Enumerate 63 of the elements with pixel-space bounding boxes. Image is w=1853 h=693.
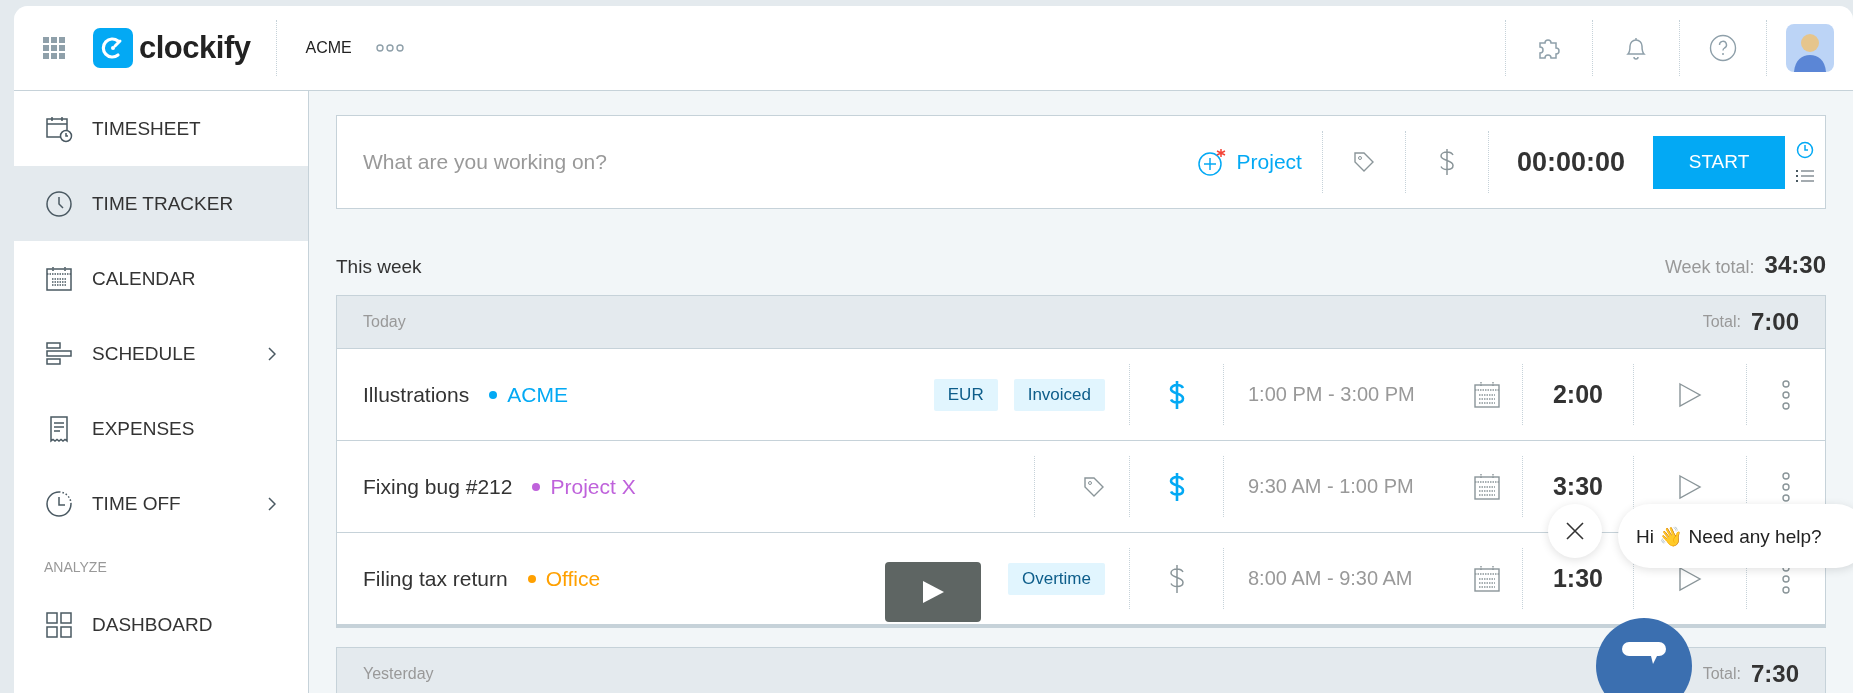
more-vertical-icon[interactable] (1781, 379, 1791, 410)
play-icon[interactable] (1678, 381, 1702, 408)
video-play-button[interactable] (885, 562, 981, 622)
entry-duration: 2:00 (1551, 380, 1604, 409)
dollar-icon[interactable] (1167, 470, 1186, 503)
dollar-icon[interactable] (1167, 562, 1186, 595)
help-icon[interactable] (1709, 34, 1737, 62)
timer-display: 00:00:00 (1515, 146, 1626, 178)
project-label[interactable]: Project X (532, 474, 636, 499)
day-label: Today (363, 313, 407, 331)
more-icon[interactable] (375, 43, 404, 53)
calendar-icon[interactable] (1474, 472, 1500, 501)
close-icon (1565, 521, 1585, 541)
play-icon (920, 579, 946, 605)
more-vertical-icon[interactable] (1781, 471, 1791, 502)
week-total-label: Week total: (1664, 257, 1755, 278)
sidebar-item[interactable]: TIME OFF (14, 466, 308, 541)
sidebar-item[interactable]: SCHEDULE (14, 316, 308, 391)
day-label: Yesterday (363, 665, 435, 683)
sidebar-item[interactable]: EXPENSES (14, 391, 308, 466)
description-input[interactable]: What are you working on? (337, 150, 1197, 174)
tag-chip[interactable]: Overtime (1008, 562, 1105, 595)
clock-icon (44, 188, 74, 219)
day-total: 7:00 (1750, 308, 1799, 336)
logo-icon (93, 28, 133, 68)
add-project-icon (1196, 147, 1227, 177)
entry-description[interactable]: Illustrations (363, 382, 470, 407)
section-label: ANALYZE (43, 558, 108, 577)
entry-duration: 1:30 (1551, 564, 1604, 593)
calendar-icon[interactable] (1474, 564, 1500, 593)
entry-duration: 3:30 (1551, 472, 1604, 501)
entry-description[interactable]: Fixing bug #212 (363, 474, 513, 499)
bell-icon[interactable] (1624, 35, 1648, 61)
clock-icon[interactable] (1796, 141, 1814, 159)
timeoff-icon (44, 488, 74, 519)
dollar-icon[interactable] (1167, 378, 1186, 411)
sidebar-item[interactable]: DASHBOARD (14, 587, 308, 662)
chevron-right-icon (268, 346, 276, 361)
day-total-label: Total: (1702, 313, 1741, 331)
logo-text: clockify (139, 30, 251, 66)
dashboard-icon (44, 609, 74, 640)
sidebar-item[interactable]: CALENDAR (14, 241, 308, 316)
help-chat-tooltip[interactable]: Hi 👋 Need any help? (1618, 504, 1853, 568)
tag-chip[interactable]: Invoiced (1013, 378, 1105, 411)
entry-description[interactable]: Filing tax return (363, 566, 508, 591)
list-icon[interactable] (1796, 169, 1814, 183)
tag-icon[interactable] (1352, 151, 1375, 173)
week-total: 34:30 (1764, 251, 1826, 279)
tag-icon[interactable] (1083, 475, 1105, 498)
chevron-right-icon (268, 496, 276, 511)
calendar-icon[interactable] (1474, 380, 1500, 409)
tag-chip[interactable]: EUR (933, 378, 998, 411)
sidebar-item[interactable]: TIMESHEET (14, 91, 308, 166)
week-label: This week (336, 256, 423, 278)
day-total-label: Total: (1702, 665, 1741, 683)
sidebar-item[interactable]: TIME TRACKER (14, 166, 308, 241)
dollar-icon[interactable] (1437, 147, 1456, 177)
play-icon[interactable] (1678, 565, 1702, 592)
workspace-name[interactable]: ACME (305, 39, 352, 57)
play-icon[interactable] (1678, 473, 1702, 500)
avatar[interactable] (1786, 24, 1834, 72)
apps-grid-icon[interactable] (43, 37, 65, 59)
day-total: 7:30 (1750, 660, 1799, 688)
